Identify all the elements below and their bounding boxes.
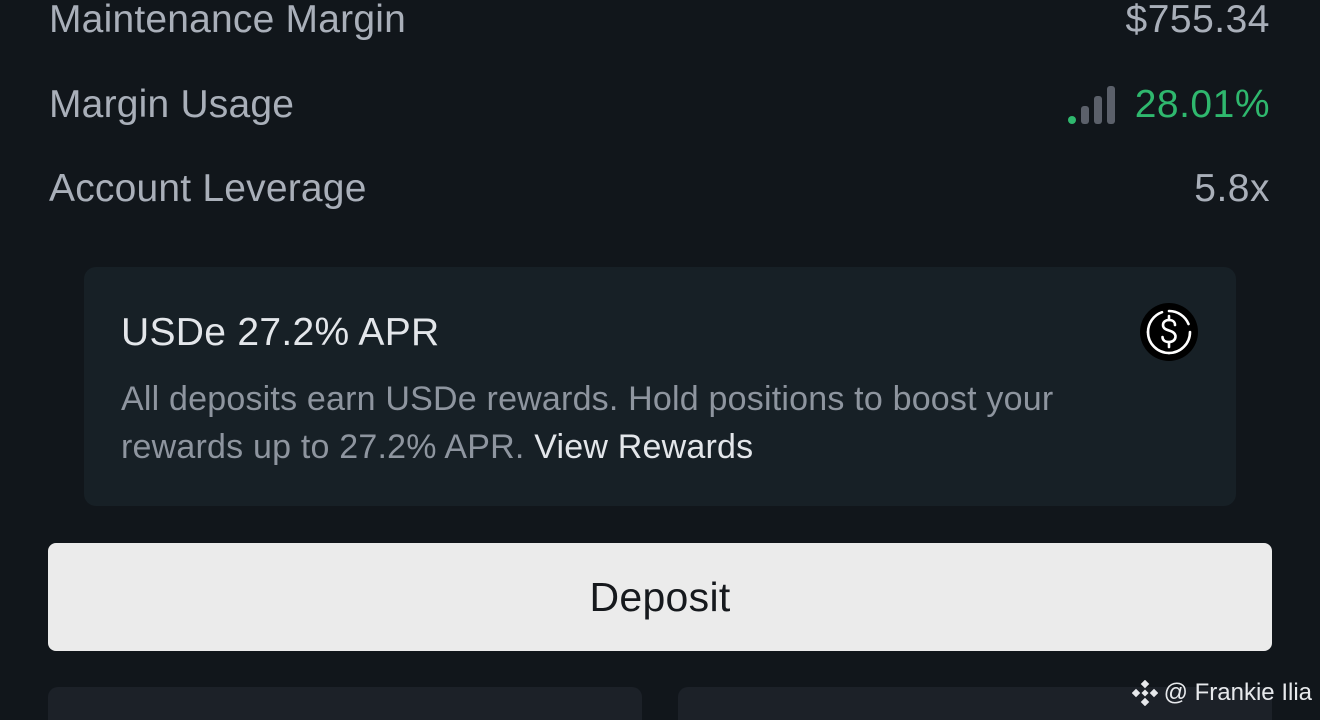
- maintenance-margin-label: Maintenance Margin: [49, 0, 406, 41]
- signal-bar-1: [1067, 116, 1076, 124]
- account-leverage-label: Account Leverage: [49, 167, 367, 210]
- deposit-button[interactable]: Deposit: [48, 543, 1272, 651]
- watermark: @ Frankie Ilia: [1131, 679, 1312, 707]
- watermark-text: @ Frankie Ilia: [1163, 679, 1312, 706]
- signal-strength-icon: [1067, 86, 1115, 124]
- account-leverage-value: 5.8x: [1194, 167, 1270, 210]
- account-summary-panel: Maintenance Margin $755.34 Margin Usage …: [0, 0, 1320, 720]
- promo-title: USDe 27.2% APR: [121, 311, 440, 354]
- signal-bar-3: [1093, 96, 1102, 124]
- maintenance-margin-value: $755.34: [1125, 0, 1270, 41]
- maintenance-margin-row: Maintenance Margin $755.34: [49, 0, 1270, 50]
- promo-description: All deposits earn USDe rewards. Hold pos…: [121, 375, 1181, 471]
- binance-logo-icon: [1131, 680, 1158, 706]
- margin-usage-row: Margin Usage 28.01%: [49, 75, 1270, 135]
- dollar-coin-icon: [1140, 303, 1198, 361]
- signal-bar-4: [1106, 86, 1115, 124]
- bottom-card-left[interactable]: [48, 687, 642, 720]
- signal-bar-2: [1080, 106, 1089, 124]
- account-leverage-row: Account Leverage 5.8x: [49, 159, 1270, 219]
- view-rewards-link[interactable]: View Rewards: [534, 428, 753, 466]
- margin-usage-indicator: 28.01%: [1067, 83, 1270, 127]
- usde-rewards-card: USDe 27.2% APR All deposits earn USDe re…: [84, 267, 1236, 506]
- margin-usage-label: Margin Usage: [49, 83, 295, 126]
- margin-usage-value: 28.01%: [1134, 83, 1270, 126]
